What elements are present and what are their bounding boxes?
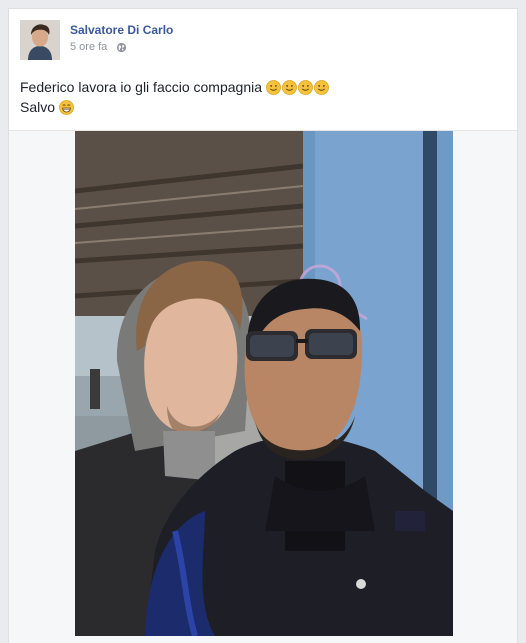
post-text-line-1-content: Federico lavora io gli faccio compagnia: [20, 79, 263, 95]
post-card: Salvatore Di Carlo 5 ore fa Federico lav…: [8, 8, 518, 643]
post-text: Federico lavora io gli faccio compagnia …: [20, 77, 330, 117]
avatar-image: [20, 20, 60, 60]
photo-image: [75, 131, 453, 636]
post-meta: 5 ore fa: [70, 41, 127, 53]
post-text-line-2-content: Salvo: [20, 99, 56, 115]
media-container: [9, 130, 517, 643]
smile-emoji: [266, 80, 281, 95]
selfie-photo[interactable]: [75, 131, 453, 636]
smile-emoji: [314, 80, 329, 95]
smile-emoji: [282, 80, 297, 95]
grin-emoji: [59, 100, 74, 115]
avatar[interactable]: [20, 20, 60, 60]
smile-emoji: [298, 80, 313, 95]
globe-icon[interactable]: [116, 42, 127, 53]
post-text-line-1: Federico lavora io gli faccio compagnia: [20, 77, 330, 97]
timestamp[interactable]: 5 ore fa: [70, 41, 107, 53]
author-name[interactable]: Salvatore Di Carlo: [70, 23, 173, 37]
post-text-line-2: Salvo: [20, 97, 330, 117]
